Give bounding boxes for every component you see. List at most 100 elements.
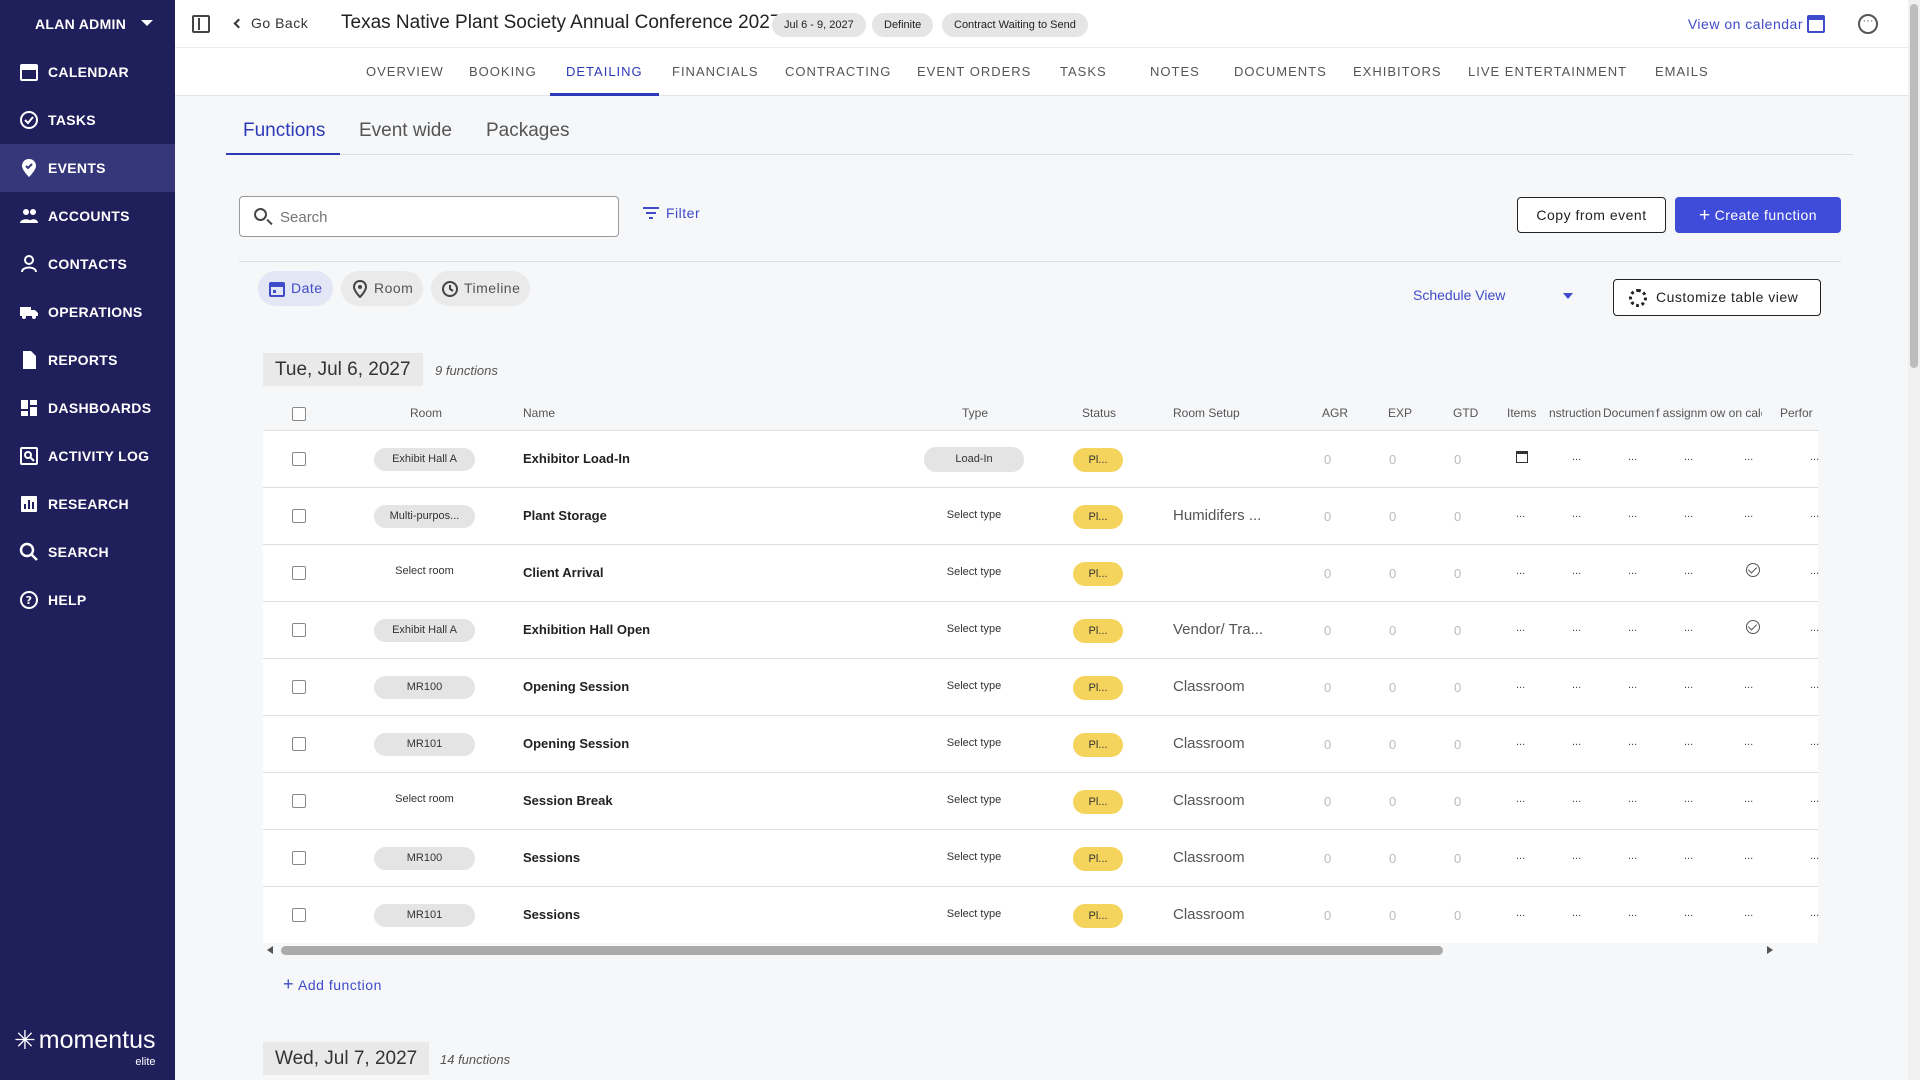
cell-placeholder[interactable]: ... bbox=[1810, 622, 1819, 634]
cell-placeholder[interactable]: ... bbox=[1684, 736, 1693, 748]
create-function-button[interactable]: + Create function bbox=[1675, 197, 1841, 233]
status-badge[interactable]: Pl... bbox=[1073, 790, 1123, 814]
tab-contracting[interactable]: CONTRACTING bbox=[785, 48, 891, 96]
cell-placeholder[interactable]: ... bbox=[1684, 508, 1693, 520]
cell-placeholder[interactable]: ... bbox=[1684, 907, 1693, 919]
column-header[interactable]: Items bbox=[1507, 406, 1536, 420]
cell-placeholder[interactable]: ... bbox=[1628, 679, 1637, 691]
row-checkbox[interactable] bbox=[292, 908, 306, 922]
room-setup[interactable]: Classroom bbox=[1173, 792, 1245, 809]
cell-placeholder[interactable]: ... bbox=[1628, 622, 1637, 634]
room-chip[interactable]: MR100 bbox=[374, 676, 475, 699]
caret-down-icon[interactable] bbox=[1563, 293, 1573, 299]
cell-placeholder[interactable]: ... bbox=[1572, 622, 1581, 634]
room-chip[interactable]: Exhibit Hall A bbox=[374, 619, 475, 642]
column-header[interactable]: GTD bbox=[1453, 406, 1478, 420]
column-header[interactable]: AGR bbox=[1322, 406, 1348, 420]
scroll-left-icon[interactable] bbox=[267, 946, 273, 954]
search-field[interactable] bbox=[239, 196, 619, 237]
status-badge[interactable]: Pl... bbox=[1073, 448, 1123, 472]
row-checkbox[interactable] bbox=[292, 794, 306, 808]
cell-placeholder[interactable]: ... bbox=[1684, 622, 1693, 634]
view-chip-room[interactable]: Room bbox=[341, 271, 424, 306]
function-name[interactable]: Sessions bbox=[523, 850, 580, 865]
go-back-button[interactable]: Go Back bbox=[233, 15, 308, 31]
sidebar-item-research[interactable]: RESEARCH bbox=[0, 480, 175, 528]
table-row[interactable]: Multi-purpos... Plant Storage Select type P… bbox=[263, 487, 1819, 544]
room-setup[interactable]: Classroom bbox=[1173, 678, 1245, 695]
cell-placeholder[interactable]: ... bbox=[1516, 679, 1525, 691]
column-header[interactable]: Room Setup bbox=[1173, 406, 1240, 420]
type-chip[interactable]: Load-In bbox=[924, 447, 1024, 472]
cell-placeholder[interactable]: ... bbox=[1628, 850, 1637, 862]
cell-placeholder[interactable]: ... bbox=[1572, 508, 1581, 520]
cell-placeholder[interactable]: ... bbox=[1744, 508, 1753, 520]
table-row[interactable]: MR100 Sessions Select type Pl... Classroom 0 0… bbox=[263, 829, 1819, 886]
cell-placeholder[interactable]: ... bbox=[1516, 907, 1525, 919]
cell-placeholder[interactable]: ... bbox=[1744, 850, 1753, 862]
cell-placeholder[interactable]: ... bbox=[1684, 679, 1693, 691]
cell-placeholder[interactable]: ... bbox=[1810, 508, 1819, 520]
select-type[interactable]: Select type bbox=[924, 908, 1024, 920]
cell-placeholder[interactable]: ... bbox=[1628, 793, 1637, 805]
select-type[interactable]: Select type bbox=[924, 509, 1024, 521]
select-room[interactable]: Select room bbox=[374, 793, 475, 805]
cell-placeholder[interactable]: ... bbox=[1516, 793, 1525, 805]
status-badge[interactable]: Pl... bbox=[1073, 676, 1123, 700]
function-name[interactable]: Plant Storage bbox=[523, 508, 607, 523]
select-type[interactable]: Select type bbox=[924, 566, 1024, 578]
cell-placeholder[interactable]: ... bbox=[1628, 565, 1637, 577]
scroll-right-icon[interactable] bbox=[1767, 946, 1773, 954]
row-checkbox[interactable] bbox=[292, 509, 306, 523]
cell-placeholder[interactable]: ... bbox=[1810, 565, 1819, 577]
cell-placeholder[interactable]: ... bbox=[1516, 622, 1525, 634]
filter-button[interactable]: Filter bbox=[643, 205, 700, 221]
cell-placeholder[interactable]: ... bbox=[1628, 907, 1637, 919]
column-header[interactable]: Documents bbox=[1603, 406, 1655, 420]
table-row[interactable]: Exhibit Hall A Exhibitor Load-In Load-In Pl… bbox=[263, 430, 1819, 487]
column-header[interactable]: Type bbox=[962, 406, 988, 420]
view-on-calendar-link[interactable]: View on calendar bbox=[1688, 15, 1825, 33]
scrollbar-thumb[interactable] bbox=[281, 946, 1443, 955]
row-checkbox[interactable] bbox=[292, 452, 306, 466]
cell-placeholder[interactable]: ... bbox=[1572, 679, 1581, 691]
sidebar-item-dashboards[interactable]: DASHBOARDS bbox=[0, 384, 175, 432]
tab-tasks[interactable]: TASKS bbox=[1060, 48, 1107, 96]
column-header[interactable]: f assignm bbox=[1656, 406, 1708, 420]
sidebar-item-help[interactable]: ? HELP bbox=[0, 576, 175, 624]
tab-event-orders[interactable]: EVENT ORDERS bbox=[917, 48, 1031, 96]
column-header[interactable]: EXP bbox=[1388, 406, 1412, 420]
select-type[interactable]: Select type bbox=[924, 794, 1024, 806]
cell-placeholder[interactable]: ... bbox=[1684, 451, 1693, 463]
room-chip[interactable]: Multi-purpos... bbox=[374, 505, 475, 528]
cell-placeholder[interactable]: ... bbox=[1516, 736, 1525, 748]
table-row[interactable]: Select room Session Break Select type Pl...… bbox=[263, 772, 1819, 829]
status-badge[interactable]: Pl... bbox=[1073, 904, 1123, 928]
row-checkbox[interactable] bbox=[292, 851, 306, 865]
tab-documents[interactable]: DOCUMENTS bbox=[1234, 48, 1327, 96]
check-circle-icon[interactable] bbox=[1746, 620, 1760, 634]
scrollbar-thumb[interactable] bbox=[1910, 4, 1918, 368]
table-row[interactable]: MR101 Sessions Select type Pl... Classroom 0 0… bbox=[263, 886, 1819, 943]
tab-booking[interactable]: BOOKING bbox=[469, 48, 537, 96]
tab-notes[interactable]: NOTES bbox=[1150, 48, 1200, 96]
tab-live-entertainment[interactable]: LIVE ENTERTAINMENT bbox=[1468, 48, 1627, 96]
more-options-icon[interactable]: ··· bbox=[1858, 14, 1878, 34]
table-row[interactable]: Exhibit Hall A Exhibition Hall Open Select… bbox=[263, 601, 1819, 658]
cell-placeholder[interactable]: ... bbox=[1628, 736, 1637, 748]
select-type[interactable]: Select type bbox=[924, 680, 1024, 692]
cell-placeholder[interactable]: ... bbox=[1516, 565, 1525, 577]
tab-emails[interactable]: EMAILS bbox=[1655, 48, 1709, 96]
cell-placeholder[interactable]: ... bbox=[1744, 736, 1753, 748]
column-header[interactable]: Status bbox=[1082, 406, 1116, 420]
room-chip[interactable]: MR100 bbox=[374, 847, 475, 870]
sidebar-item-calendar[interactable]: CALENDAR bbox=[0, 48, 175, 96]
select-room[interactable]: Select room bbox=[374, 565, 475, 577]
function-name[interactable]: Opening Session bbox=[523, 679, 629, 694]
function-name[interactable]: Exhibition Hall Open bbox=[523, 622, 650, 637]
column-header[interactable]: Name bbox=[523, 406, 555, 420]
status-badge[interactable]: Pl... bbox=[1073, 619, 1123, 643]
status-badge[interactable]: Pl... bbox=[1073, 505, 1123, 529]
cell-placeholder[interactable]: ... bbox=[1684, 850, 1693, 862]
cell-placeholder[interactable]: ... bbox=[1628, 508, 1637, 520]
